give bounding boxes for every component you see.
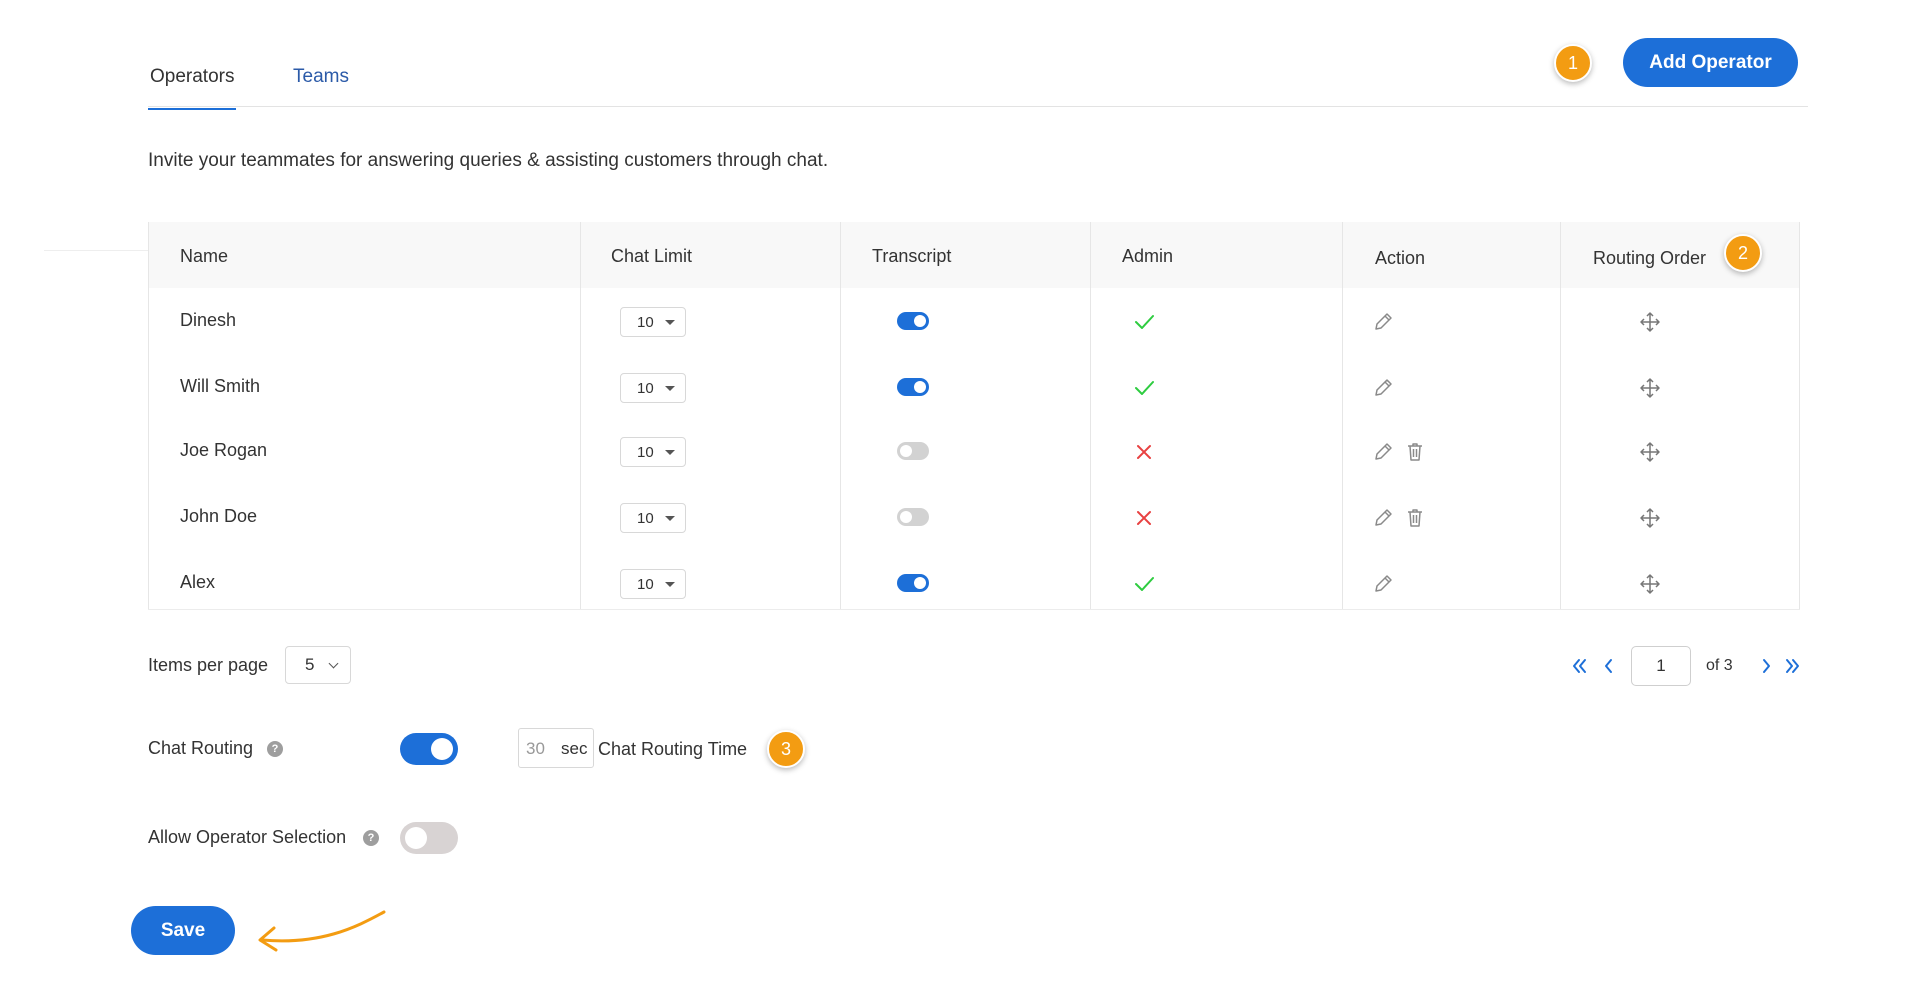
table-row: John Doe 10 [148, 485, 1800, 551]
tab-operators[interactable]: Operators [148, 66, 237, 110]
chat-limit-value: 10 [637, 575, 654, 593]
help-icon[interactable]: ? [363, 830, 379, 846]
arrow-annotation-icon [258, 910, 386, 952]
page-number-input[interactable] [1631, 646, 1691, 686]
check-icon [1133, 311, 1155, 333]
edit-pencil-icon[interactable] [1372, 573, 1394, 595]
delete-trash-icon[interactable] [1405, 441, 1425, 463]
table-row: Will Smith 10 [148, 355, 1800, 421]
drag-move-icon[interactable] [1638, 440, 1662, 464]
help-icon[interactable]: ? [267, 741, 283, 757]
caret-down-icon [665, 320, 675, 325]
toggle-knob [405, 827, 427, 849]
last-page-button[interactable] [1780, 646, 1804, 686]
tab-teams[interactable]: Teams [293, 66, 349, 88]
items-per-page-value: 5 [305, 655, 315, 674]
chevron-down-icon [328, 658, 339, 669]
double-chevron-left-icon [1573, 659, 1586, 673]
operator-selection-toggle[interactable] [400, 822, 458, 854]
cross-icon [1133, 507, 1155, 529]
items-per-page-select[interactable]: 5 [285, 646, 351, 684]
routing-time-value: 30 [526, 739, 545, 758]
step-badge-1: 1 [1554, 44, 1592, 82]
toggle-knob [900, 445, 912, 457]
chat-limit-select[interactable]: 10 [620, 307, 686, 337]
first-page-button[interactable] [1568, 646, 1592, 686]
transcript-toggle[interactable] [897, 312, 929, 330]
chat-limit-value: 10 [637, 313, 654, 331]
toggle-knob [431, 738, 453, 760]
step-badge-3: 3 [767, 730, 805, 768]
chat-limit-select[interactable]: 10 [620, 503, 686, 533]
operator-name: Alex [180, 572, 216, 592]
operator-selection-label: Allow Operator Selection [148, 827, 347, 847]
chat-limit-value: 10 [637, 379, 654, 397]
caret-down-icon [665, 516, 675, 521]
routing-time-unit: sec [561, 739, 588, 758]
caret-down-icon [665, 450, 675, 455]
column-header-routing-order: Routing Order [1593, 248, 1707, 268]
routing-time-label: Chat Routing Time [598, 739, 748, 759]
transcript-toggle[interactable] [897, 574, 929, 592]
drag-move-icon[interactable] [1638, 376, 1662, 400]
toggle-knob [914, 381, 926, 393]
transcript-toggle[interactable] [897, 508, 929, 526]
toggle-knob [914, 315, 926, 327]
operator-name: Joe Rogan [180, 440, 268, 460]
divider [44, 250, 148, 251]
column-header-admin: Admin [1122, 246, 1174, 266]
column-header-chat-limit: Chat Limit [611, 246, 693, 266]
chat-limit-select[interactable]: 10 [620, 373, 686, 403]
toggle-knob [914, 577, 926, 589]
check-icon [1133, 377, 1155, 399]
operator-name: Dinesh [180, 310, 237, 330]
page-count-label: of 3 [1706, 657, 1733, 674]
double-chevron-right-icon [1786, 659, 1799, 673]
edit-pencil-icon[interactable] [1372, 441, 1394, 463]
table-header: Name Chat Limit Transcript Admin Action … [148, 222, 1800, 288]
operator-name: Will Smith [180, 376, 260, 396]
save-button[interactable]: Save [131, 906, 235, 955]
operators-table: Name Chat Limit Transcript Admin Action … [148, 222, 1800, 610]
edit-pencil-icon[interactable] [1372, 507, 1394, 529]
items-per-page-label: Items per page [148, 655, 269, 675]
table-row: Dinesh 10 [148, 289, 1800, 355]
check-icon [1133, 573, 1155, 595]
chevron-right-icon [1763, 659, 1770, 673]
table-row: Alex 10 [148, 551, 1800, 617]
chat-limit-select[interactable]: 10 [620, 437, 686, 467]
column-header-action: Action [1375, 248, 1426, 268]
edit-pencil-icon[interactable] [1372, 377, 1394, 399]
edit-pencil-icon[interactable] [1372, 311, 1394, 333]
toggle-knob [900, 511, 912, 523]
transcript-toggle[interactable] [897, 378, 929, 396]
delete-trash-icon[interactable] [1405, 507, 1425, 529]
column-header-name: Name [180, 246, 229, 266]
chat-limit-value: 10 [637, 443, 654, 461]
routing-time-input[interactable]: 30 sec [518, 728, 594, 768]
chat-routing-toggle[interactable] [400, 733, 458, 765]
chevron-left-icon [1605, 659, 1612, 673]
table-row: Joe Rogan 10 [148, 419, 1800, 485]
transcript-toggle[interactable] [897, 442, 929, 460]
drag-move-icon[interactable] [1638, 572, 1662, 596]
drag-move-icon[interactable] [1638, 506, 1662, 530]
chat-routing-label: Chat Routing [148, 738, 254, 758]
intro-text: Invite your teammates for answering quer… [148, 150, 829, 171]
chat-limit-value: 10 [637, 509, 654, 527]
chat-limit-select[interactable]: 10 [620, 569, 686, 599]
caret-down-icon [665, 386, 675, 391]
cross-icon [1133, 441, 1155, 463]
column-header-transcript: Transcript [872, 246, 952, 266]
step-badge-2: 2 [1724, 234, 1762, 272]
operator-name: John Doe [180, 506, 258, 526]
add-operator-button[interactable]: Add Operator [1623, 38, 1798, 87]
drag-move-icon[interactable] [1638, 310, 1662, 334]
previous-page-button[interactable] [1597, 646, 1621, 686]
next-page-button[interactable] [1754, 646, 1778, 686]
caret-down-icon [665, 582, 675, 587]
